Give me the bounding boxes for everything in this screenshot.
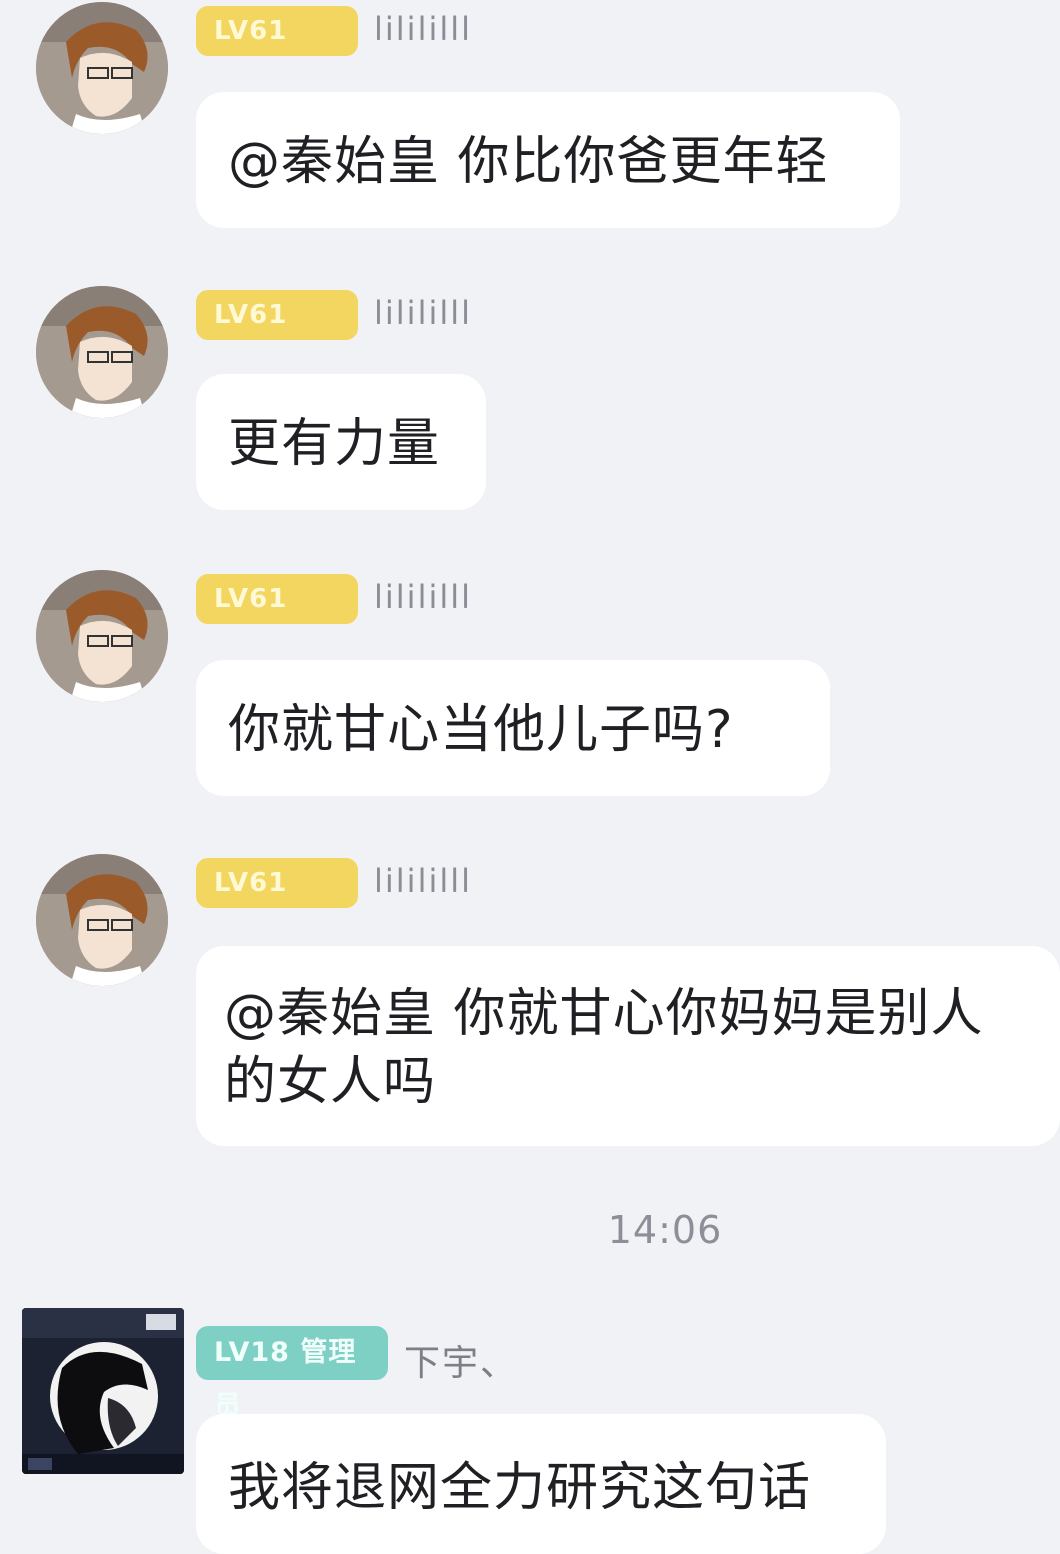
sender-nickname[interactable]: lilililll <box>374 294 472 332</box>
anime-boy-glasses-icon <box>36 570 168 702</box>
level-badge: LV61 <box>196 290 358 340</box>
message-bubble[interactable]: @秦始皇 你比你爸更年轻 <box>196 92 900 228</box>
level-badge: LV61 <box>196 858 358 908</box>
admin-level-badge: LV18 管理员 <box>196 1326 388 1422</box>
level-badge: LV61 <box>196 6 358 56</box>
admin-message-bubble[interactable]: 我将退网全力研究这句话 <box>196 1414 886 1554</box>
message-bubble[interactable]: @秦始皇 你就甘心你妈妈是别人的女人吗 <box>196 946 1060 1146</box>
user-avatar[interactable] <box>36 854 168 986</box>
sender-nickname[interactable]: lilililll <box>374 10 472 48</box>
level-badge: LV61 <box>196 574 358 624</box>
message-bubble[interactable]: 你就甘心当他儿子吗? <box>196 660 830 796</box>
user-avatar[interactable] <box>36 2 168 134</box>
sender-nickname[interactable]: lilililll <box>374 578 472 616</box>
anime-boy-glasses-icon <box>36 286 168 418</box>
anime-boy-glasses-icon <box>36 854 168 986</box>
sender-nickname[interactable]: lilililll <box>374 862 472 900</box>
chat-window: LV61 lilililll @秦始皇 你比你爸更年轻 LV61 lililil… <box>0 0 1060 1554</box>
admin-nickname[interactable]: 下宇、 <box>404 1334 518 1386</box>
user-avatar[interactable] <box>36 286 168 418</box>
admin-avatar[interactable] <box>22 1308 184 1474</box>
anime-boy-glasses-icon <box>36 2 168 134</box>
dark-anime-poster-icon <box>22 1308 184 1474</box>
message-timestamp: 14:06 <box>607 1208 723 1252</box>
message-bubble[interactable]: 更有力量 <box>196 374 486 510</box>
user-avatar[interactable] <box>36 570 168 702</box>
